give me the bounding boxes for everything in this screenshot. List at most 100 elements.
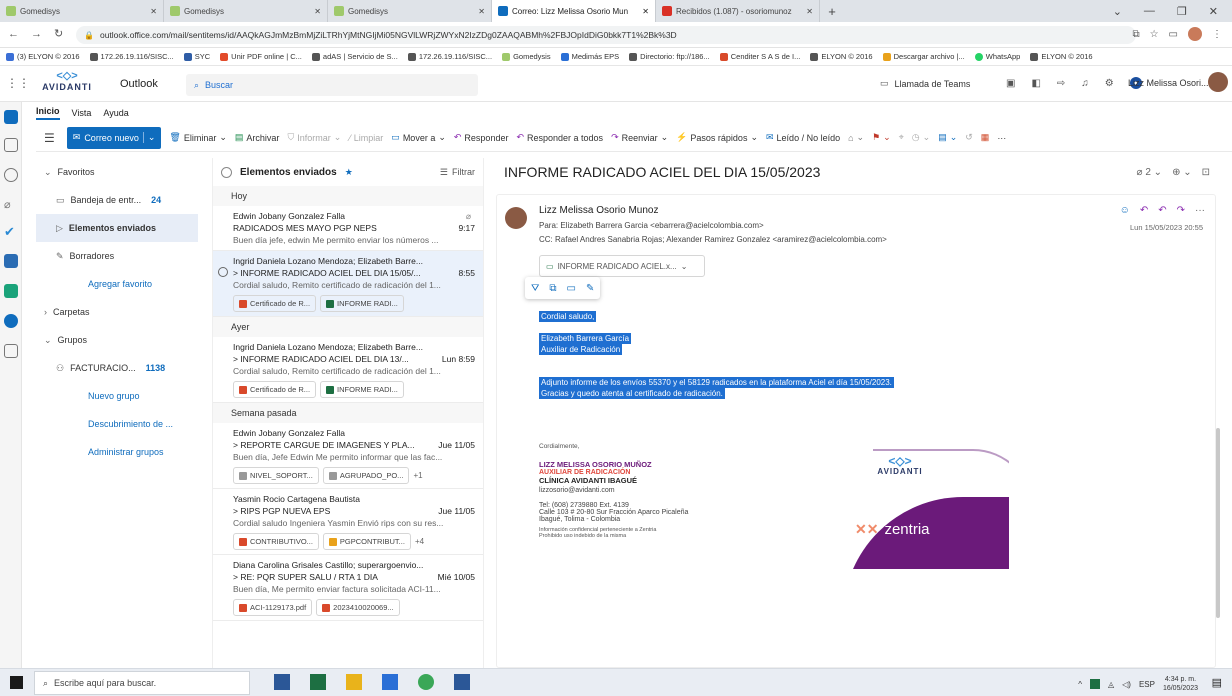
tab-inicio[interactable]: Inicio — [36, 106, 60, 120]
explorer-icon[interactable] — [346, 674, 362, 690]
view-settings-button[interactable]: ▦ — [981, 132, 990, 143]
flag-button[interactable]: ⚑ ⌄ — [872, 132, 891, 143]
more-attachments[interactable]: +1 — [413, 470, 422, 482]
avatar[interactable] — [1208, 72, 1228, 92]
language-indicator[interactable]: ESP — [1139, 680, 1155, 689]
minimize-icon[interactable]: — — [1144, 5, 1155, 18]
share-icon[interactable]: ⧉ — [1132, 29, 1139, 40]
excel-app-icon[interactable] — [310, 674, 326, 690]
back-arrow-icon[interactable]: ← — [8, 28, 19, 40]
select-all-circle-icon[interactable] — [221, 166, 232, 178]
browser-tab-gomedisys-3[interactable]: Gomedisys ✕ — [328, 0, 492, 22]
forward-arrow-icon[interactable]: → — [31, 28, 42, 40]
read-unread-button[interactable]: ✉ Leído / No leído — [766, 132, 840, 143]
pin-button[interactable]: ⌖ — [899, 132, 904, 143]
menu-dots-icon[interactable]: ⋮ — [1212, 29, 1222, 40]
volume-icon[interactable]: ◁) — [1122, 680, 1131, 689]
hamburger-menu-icon[interactable]: ☰ — [44, 131, 55, 145]
reply-icon[interactable]: ↶ — [1140, 205, 1148, 216]
zoom-icon[interactable]: ⊕ ⌄ — [1172, 167, 1192, 178]
bookmark-item[interactable]: 172.26.19.116/SISC... — [407, 52, 492, 61]
todo-check-icon[interactable]: ✔ — [4, 224, 18, 239]
report-button[interactable]: ⛉ Informar ⌄ — [287, 132, 341, 143]
more-attachments[interactable]: +4 — [415, 536, 424, 548]
list-item[interactable]: Diana Carolina Grisales Castillo; supera… — [213, 555, 483, 621]
bookmark-item[interactable]: SYC — [183, 52, 210, 61]
browser-tab-gomedisys-1[interactable]: Gomedisys ✕ — [0, 0, 164, 22]
close-icon[interactable]: ✕ — [478, 7, 485, 16]
scrollbar[interactable] — [1216, 428, 1220, 618]
list-item[interactable]: Edwin Jobany Gonzalez Falla RADICADOS ME… — [213, 206, 483, 251]
reply-all-button[interactable]: ↶ Responder a todos — [516, 132, 603, 143]
gear-icon[interactable]: ⚙ — [1105, 78, 1114, 89]
new-mail-button[interactable]: ✉ Correo nuevo ⌄ — [66, 126, 162, 149]
onenote-icon[interactable]: ◧ — [1031, 78, 1040, 89]
teams-icon[interactable] — [4, 254, 18, 268]
bookmark-item[interactable]: 172.26.19.116/SISC... — [89, 52, 174, 61]
forward-icon[interactable]: ↷ — [1177, 205, 1185, 216]
tab-vista[interactable]: Vista — [72, 108, 92, 118]
snooze-button[interactable]: ◷ ⌄ — [912, 132, 930, 143]
rules-button[interactable]: ▤ ⌄ — [938, 132, 957, 143]
new-tab-button[interactable]: + — [820, 4, 844, 19]
group-facturacion[interactable]: ⚇ FACTURACIO... 1138 — [36, 354, 198, 382]
chevron-down-icon[interactable]: ⌄ — [1113, 5, 1122, 18]
tray-chevron-icon[interactable]: ^ — [1078, 680, 1082, 689]
browser-tab-gomedisys-2[interactable]: Gomedisys ✕ — [164, 0, 328, 22]
cc-recipients[interactable]: Rafael Andres Sanabria Rojas; Alexander … — [555, 235, 887, 244]
bookmark-item[interactable]: adAS | Servicio de S... — [311, 52, 398, 61]
word-app-icon[interactable] — [454, 674, 470, 690]
select-circle-icon[interactable] — [218, 267, 228, 277]
attachment-chip[interactable]: AGRUPADO_PO... — [322, 467, 410, 484]
tag-button[interactable]: ⌂ ⌄ — [848, 132, 864, 143]
user-name[interactable]: Lizz Melissa Osori... — [1128, 78, 1209, 88]
clock[interactable]: 4:34 p. m. 16/05/2023 — [1163, 675, 1198, 693]
attachment-chip[interactable]: INFORME RADI... — [320, 381, 404, 398]
apps-grid-icon[interactable] — [4, 344, 18, 358]
people-icon[interactable] — [4, 168, 18, 182]
move-to-button[interactable]: ▭ Mover a ⌄ — [391, 132, 446, 143]
star-icon[interactable]: ☆ — [1150, 29, 1159, 40]
more-dots-icon[interactable]: ··· — [1195, 205, 1205, 216]
chevron-down-icon[interactable]: ⌄ — [142, 132, 155, 143]
list-item[interactable]: Ingrid Daniela Lozano Mendoza; Elizabeth… — [213, 251, 483, 317]
highlight-icon[interactable]: ✎ — [586, 283, 594, 294]
attachment-chip[interactable]: INFORME RADI... — [320, 295, 404, 312]
archive-button[interactable]: ▤ Archivar — [235, 132, 280, 143]
comment-icon[interactable]: ▭ — [567, 283, 576, 294]
app-icon[interactable] — [382, 674, 398, 690]
attachment-card[interactable]: ▭ INFORME RADICADO ACIEL.x... ⌄ — [539, 255, 705, 277]
network-icon[interactable]: ◬ — [1108, 680, 1114, 689]
undo-button[interactable]: ↺ — [965, 132, 973, 143]
sidebar-icon[interactable]: ▭ — [1169, 29, 1178, 40]
attach-icon[interactable]: ⌀ — [4, 198, 18, 212]
bookmark-item[interactable]: Gomedysis — [502, 52, 551, 61]
groups-header[interactable]: ⌄ Grupos — [36, 326, 198, 354]
filter-button[interactable]: ☰ Filtrar — [440, 167, 475, 178]
emoji-icon[interactable]: ☺ — [1120, 205, 1130, 216]
reload-icon[interactable]: ↻ — [54, 27, 63, 40]
taskview-icon[interactable] — [274, 674, 290, 690]
bookmark-item[interactable]: ELYON © 2016 — [810, 52, 873, 61]
add-favorite-link[interactable]: Agregar favorito — [36, 270, 198, 298]
app-launcher-icon[interactable]: ⋮⋮ — [6, 76, 30, 90]
discover-groups-link[interactable]: Descubrimiento de ... — [36, 410, 198, 438]
chrome-icon[interactable] — [418, 674, 434, 690]
delete-button[interactable]: 🗑 Eliminar ⌄ — [169, 132, 227, 143]
quick-steps-button[interactable]: ⚡ Pasos rápidos ⌄ — [676, 132, 758, 143]
new-group-link[interactable]: Nuevo grupo — [36, 382, 198, 410]
bookmark-item[interactable]: Medimás EPS — [560, 52, 619, 61]
close-window-icon[interactable]: ✕ — [1209, 5, 1218, 18]
clean-button[interactable]: ⁄ Limpiar — [349, 133, 383, 143]
bookmark-item[interactable]: Unir PDF online | C... — [220, 52, 302, 61]
popout-icon[interactable]: ⊡ — [1202, 167, 1210, 178]
folder-sent[interactable]: ▷ Elementos enviados — [36, 214, 198, 242]
browser-tab-outlook[interactable]: Correo: Lizz Melissa Osorio Mun ✕ — [492, 0, 656, 22]
profile-avatar-icon[interactable] — [1188, 27, 1202, 41]
close-icon[interactable]: ✕ — [806, 7, 813, 16]
search-input[interactable]: ⌕ Buscar — [186, 74, 478, 96]
bookmark-item[interactable]: Directorio: ftp://186... — [629, 52, 710, 61]
close-icon[interactable]: ✕ — [150, 7, 157, 16]
maximize-icon[interactable]: ❐ — [1177, 5, 1187, 18]
bookmark-item[interactable]: Cenditer S A S de I... — [719, 52, 800, 61]
